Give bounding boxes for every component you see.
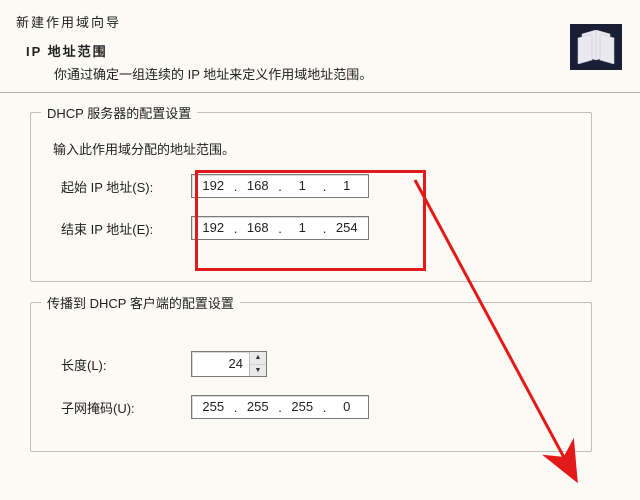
start-ip-row: 起始 IP 地址(S): 192. 168. 1. 1 [61,174,573,198]
ip-octet[interactable]: 255 [194,396,233,418]
ip-octet[interactable]: 1 [328,175,367,197]
range-hint: 输入此作用域分配的地址范围。 [53,139,573,158]
end-ip-row: 结束 IP 地址(E): 192. 168. 1. 254 [61,216,573,240]
spin-down-button[interactable]: ▼ [250,365,266,377]
length-label: 长度(L): [61,355,191,374]
subnet-mask-input[interactable]: 255. 255. 255. 0 [191,395,369,419]
ip-octet[interactable]: 0 [328,396,367,418]
spinner-buttons: ▲ ▼ [249,352,266,376]
wizard-subheader: IP 地址范围 你通过确定一组连续的 IP 地址来定义作用域地址范围。 [26,41,626,83]
start-ip-label: 起始 IP 地址(S): [61,177,191,196]
wizard-title: 新建作用域向导 [16,12,626,31]
header-separator [0,92,640,93]
end-ip-input[interactable]: 192. 168. 1. 254 [191,216,369,240]
spin-up-button[interactable]: ▲ [250,352,266,365]
scope-pages-icon [576,30,616,64]
dhcp-client-settings-group: 传播到 DHCP 客户端的配置设置 长度(L): 24 ▲ ▼ 子网掩码(U):… [30,302,592,452]
start-ip-input[interactable]: 192. 168. 1. 1 [191,174,369,198]
end-ip-label: 结束 IP 地址(E): [61,219,191,238]
ip-octet[interactable]: 192 [194,217,233,239]
length-row: 长度(L): 24 ▲ ▼ [61,351,573,377]
ip-octet[interactable]: 255 [239,396,278,418]
ip-octet[interactable]: 255 [283,396,322,418]
group-legend: DHCP 服务器的配置设置 [41,103,197,122]
ip-octet[interactable]: 1 [283,217,322,239]
length-spinner[interactable]: 24 ▲ ▼ [191,351,267,377]
group-legend: 传播到 DHCP 客户端的配置设置 [41,293,240,312]
ip-octet[interactable]: 168 [239,217,278,239]
mask-label: 子网掩码(U): [61,398,191,417]
wizard-logo [570,24,622,70]
mask-row: 子网掩码(U): 255. 255. 255. 0 [61,395,573,419]
ip-octet[interactable]: 192 [194,175,233,197]
heading: IP 地址范围 [26,41,626,60]
dhcp-server-settings-group: DHCP 服务器的配置设置 输入此作用域分配的地址范围。 起始 IP 地址(S)… [30,112,592,282]
length-value[interactable]: 24 [192,352,249,376]
new-scope-wizard: 新建作用域向导 IP 地址范围 你通过确定一组连续的 IP 地址来定义作用域地址… [0,0,640,500]
ip-octet[interactable]: 168 [239,175,278,197]
ip-octet[interactable]: 1 [283,175,322,197]
description: 你通过确定一组连续的 IP 地址来定义作用域地址范围。 [54,64,626,83]
ip-octet[interactable]: 254 [328,217,367,239]
